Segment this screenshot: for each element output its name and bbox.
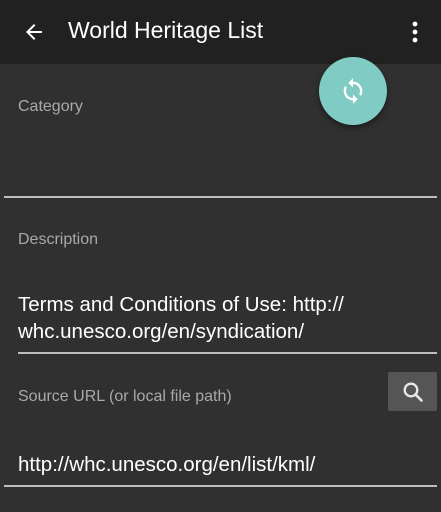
overflow-menu-button[interactable]: [398, 12, 432, 52]
description-input[interactable]: Terms and Conditions of Use: http:// whc…: [18, 291, 418, 345]
search-button[interactable]: [388, 372, 437, 411]
app-bar: World Heritage List: [0, 0, 441, 64]
source-url-label: Source URL (or local file path): [18, 388, 232, 405]
page-title: World Heritage List: [68, 17, 264, 43]
sync-fab-button[interactable]: [319, 57, 387, 125]
refresh-sync-icon: [343, 78, 363, 104]
category-input[interactable]: [18, 148, 418, 175]
description-label: Description: [18, 231, 99, 248]
description-underline: [18, 352, 437, 354]
back-button[interactable]: [14, 12, 54, 52]
search-icon: [403, 382, 423, 402]
arrow-left-icon: [26, 24, 42, 40]
source-url-underline: [4, 485, 437, 487]
category-label: Category: [18, 98, 83, 115]
category-underline: [4, 196, 437, 198]
more-vert-icon: [412, 21, 418, 43]
source-url-input[interactable]: http://whc.unesco.org/en/list/kml/: [18, 451, 418, 478]
